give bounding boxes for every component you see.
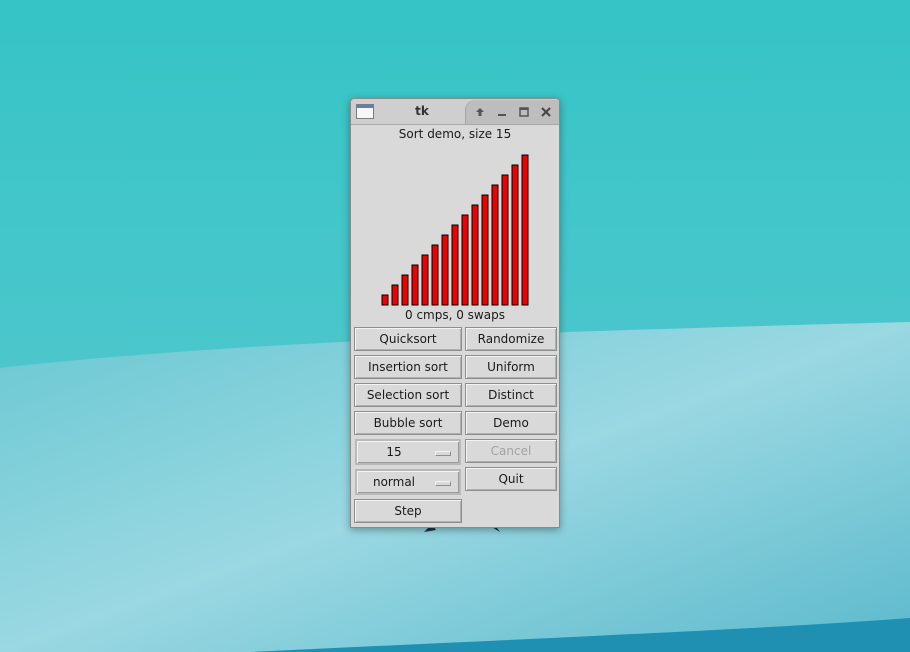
size-menubutton[interactable]: 15 — [355, 439, 461, 465]
option-menu-indicator-icon — [435, 451, 451, 456]
bar-5 — [421, 254, 429, 306]
selection-sort-button[interactable]: Selection sort — [354, 383, 462, 407]
tk-window: tk Sort demo, size 15 0 cmps, 0 swaps Qu… — [350, 98, 560, 528]
bar-4 — [411, 264, 419, 306]
uniform-button[interactable]: Uniform — [465, 355, 557, 379]
insertion-sort-button[interactable]: Insertion sort — [354, 355, 462, 379]
bar-6 — [431, 244, 439, 306]
bar-12 — [491, 184, 499, 306]
demo-button[interactable]: Demo — [465, 411, 557, 435]
close-icon[interactable] — [539, 105, 553, 119]
title-bar[interactable]: tk — [351, 99, 559, 125]
bar-3 — [401, 274, 409, 306]
bubble-sort-button[interactable]: Bubble sort — [354, 411, 462, 435]
bar-chart — [381, 154, 529, 306]
size-value: 15 — [386, 445, 402, 459]
window-title: tk — [415, 104, 429, 118]
cancel-button[interactable]: Cancel — [465, 439, 557, 463]
bar-9 — [461, 214, 469, 306]
bar-1 — [381, 294, 389, 306]
bar-15 — [521, 154, 529, 306]
randomize-button[interactable]: Randomize — [465, 327, 557, 351]
step-button[interactable]: Step — [354, 499, 462, 523]
maximize-icon[interactable] — [517, 105, 531, 119]
speed-value: normal — [372, 475, 416, 489]
minimize-icon[interactable] — [495, 105, 509, 119]
quicksort-button[interactable]: Quicksort — [354, 327, 462, 351]
bar-8 — [451, 224, 459, 306]
sort-demo-heading: Sort demo, size 15 — [398, 127, 512, 141]
bar-2 — [391, 284, 399, 306]
option-menu-indicator-icon — [435, 481, 451, 486]
bar-7 — [441, 234, 449, 306]
app-window-icon[interactable] — [356, 104, 374, 119]
speed-menubutton[interactable]: normal — [355, 469, 461, 495]
up-arrow-icon[interactable] — [473, 105, 487, 119]
bar-11 — [481, 194, 489, 306]
distinct-button[interactable]: Distinct — [465, 383, 557, 407]
quit-button[interactable]: Quit — [465, 467, 557, 491]
comparison-swap-status: 0 cmps, 0 swaps — [405, 308, 505, 322]
title-bar-controls — [465, 100, 559, 124]
bar-14 — [511, 164, 519, 306]
bar-10 — [471, 204, 479, 306]
bar-13 — [501, 174, 509, 306]
